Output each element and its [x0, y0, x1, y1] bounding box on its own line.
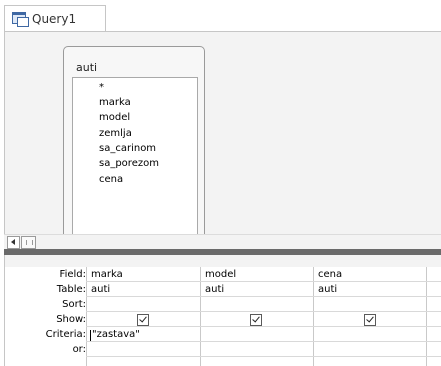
- field-cell[interactable]: cena: [318, 269, 342, 280]
- design-pane-scrollbar[interactable]: [4, 234, 441, 249]
- scroll-left-icon[interactable]: [7, 236, 20, 249]
- criteria-cell[interactable]: "zastava": [92, 329, 140, 340]
- grid-row-divider: [86, 326, 441, 327]
- show-checkbox[interactable]: [137, 314, 149, 326]
- scroll-thumb[interactable]: [21, 236, 36, 249]
- row-label-criteria: Criteria:: [45, 329, 86, 340]
- field-list-item-model[interactable]: model: [99, 112, 130, 123]
- row-label-show: Show:: [56, 314, 86, 325]
- text-cursor: [90, 330, 91, 341]
- field-list-item-sa-porezom[interactable]: sa_porezom: [99, 158, 159, 169]
- table-cell[interactable]: auti: [91, 284, 110, 295]
- table-name[interactable]: auti: [76, 61, 97, 74]
- grid-row-divider: [86, 356, 441, 357]
- row-label-or: or:: [72, 344, 86, 355]
- field-list-item-cena[interactable]: cena: [99, 174, 123, 185]
- grid-row-divider: [86, 341, 441, 342]
- field-list-item-sa-carinom[interactable]: sa_carinom: [99, 143, 156, 154]
- table-cell[interactable]: auti: [205, 284, 224, 295]
- row-label-sort: Sort:: [62, 299, 86, 310]
- grid-row-divider: [86, 311, 441, 312]
- grid-row-divider: [86, 296, 441, 297]
- field-cell[interactable]: marka: [91, 269, 123, 280]
- query-tab[interactable]: Query1: [4, 5, 106, 32]
- row-label-table: Table:: [56, 284, 86, 295]
- query-tab-title: Query1: [32, 12, 77, 26]
- show-checkbox[interactable]: [364, 314, 376, 326]
- field-list-item-zemlja[interactable]: zemlja: [99, 128, 132, 139]
- show-checkbox[interactable]: [250, 314, 262, 326]
- field-list-item-marka[interactable]: marka: [99, 97, 131, 108]
- grid-row-divider: [86, 281, 441, 282]
- field-list-item-all[interactable]: *: [99, 82, 104, 93]
- grid-selector-band[interactable]: [5, 255, 441, 267]
- row-label-field: Field:: [59, 269, 86, 280]
- table-cell[interactable]: auti: [318, 284, 337, 295]
- field-list-box[interactable]: * marka model zemlja sa_carinom sa_porez…: [72, 77, 198, 235]
- table-field-list[interactable]: auti * marka model zemlja sa_carinom sa_…: [63, 46, 205, 236]
- field-cell[interactable]: model: [205, 269, 236, 280]
- query-icon: [12, 12, 29, 27]
